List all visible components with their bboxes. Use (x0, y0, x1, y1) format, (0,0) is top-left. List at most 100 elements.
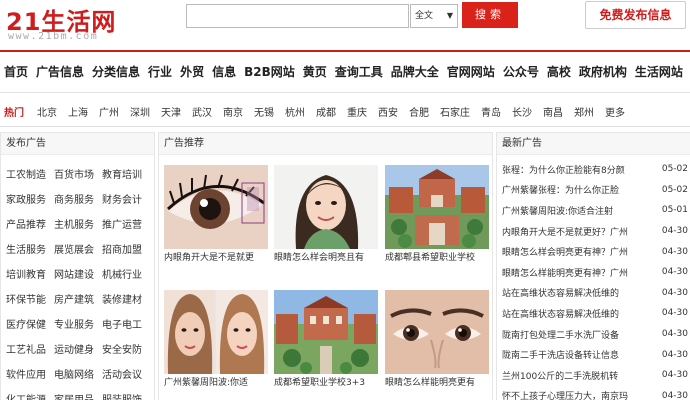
category-link[interactable]: 装修建材 (102, 291, 150, 306)
city-link[interactable]: 长沙 (512, 104, 532, 119)
latest-ad-row[interactable]: 站在高维状态容易解决低维的 04-30 (497, 283, 690, 304)
latest-ad-title[interactable]: 站在高维状态容易解决低维的 (502, 286, 648, 299)
city-link[interactable]: 南昌 (543, 104, 563, 119)
category-link[interactable]: 网站建设 (54, 266, 102, 281)
category-link[interactable]: 家政服务 (6, 191, 54, 206)
latest-ad-row[interactable]: 兰州100公斤的二手洗脱机转 04-30 (497, 365, 690, 386)
ad-caption[interactable]: 成都郫县希望职业学校 (385, 250, 489, 263)
city-link[interactable]: 青岛 (481, 104, 501, 119)
main-nav-item[interactable]: 分类信息 (92, 63, 140, 80)
category-link[interactable]: 产品推荐 (6, 216, 54, 231)
ad-caption[interactable]: 眼睛怎么样会明亮且有 (274, 250, 378, 263)
category-link[interactable]: 机械行业 (102, 266, 150, 281)
city-hot-label[interactable]: 热门 (4, 104, 24, 119)
main-nav-item[interactable]: 首页 (4, 63, 28, 80)
eyes-closeup-image[interactable] (385, 290, 489, 374)
latest-ad-title[interactable]: 兰州100公斤的二手洗脱机转 (502, 369, 648, 382)
city-link[interactable]: 石家庄 (440, 104, 470, 119)
latest-ad-row[interactable]: 陇南二手干洗店设备转让信息 04-30 (497, 344, 690, 365)
city-link[interactable]: 重庆 (347, 104, 367, 119)
latest-ad-title[interactable]: 陇南打包处理二手水洗厂设备 (502, 328, 648, 341)
latest-ad-row[interactable]: 站在高维状态容易解决低维的 04-30 (497, 303, 690, 324)
ad-card[interactable]: 成都郫县希望职业学校 (385, 165, 489, 265)
main-nav-item[interactable]: 品牌大全 (391, 63, 439, 80)
main-nav-item[interactable]: 政府机构 (579, 63, 627, 80)
category-link[interactable]: 教育培训 (102, 166, 150, 181)
woman-portrait-image[interactable] (274, 165, 378, 249)
main-nav-item[interactable]: 查询工具 (335, 63, 383, 80)
main-nav-item[interactable]: 生活网站 (635, 63, 683, 80)
site-logo[interactable]: 21生活网 www.21bm.com (6, 2, 156, 44)
category-link[interactable]: 工艺礼品 (6, 341, 54, 356)
latest-ad-row[interactable]: 广州紫馨周阳波:你适合注射 05-01 (497, 200, 690, 221)
city-link[interactable]: 广州 (99, 104, 119, 119)
latest-ad-title[interactable]: 怀不上孩子心理压力大，南京玛 (502, 389, 648, 400)
latest-ad-title[interactable]: 广州紫馨周阳波:你适合注射 (502, 204, 648, 217)
latest-ad-title[interactable]: 张程：为什么你正脸能有8分颜 (502, 163, 648, 176)
latest-ad-row[interactable]: 怀不上孩子心理压力大，南京玛 04-30 (497, 386, 690, 400)
city-link[interactable]: 北京 (37, 104, 57, 119)
main-nav-item[interactable]: 官网网站 (447, 63, 495, 80)
search-scope-select[interactable]: 全文 ▼ (410, 4, 458, 28)
ad-card[interactable]: 广州紫馨周阳波:你适 (164, 290, 268, 390)
category-link[interactable]: 环保节能 (6, 291, 54, 306)
ad-card[interactable]: 成都希望职业学校3+3 (274, 290, 378, 390)
main-nav-item[interactable]: 黄页 (303, 63, 327, 80)
category-link[interactable]: 房产建筑 (54, 291, 102, 306)
category-link[interactable]: 服装服饰 (102, 391, 150, 400)
category-link[interactable]: 主机服务 (54, 216, 102, 231)
ad-caption[interactable]: 成都希望职业学校3+3 (274, 375, 378, 388)
ad-caption[interactable]: 眼睛怎么样能明亮更有 (385, 375, 489, 388)
category-link[interactable]: 展览展会 (54, 241, 102, 256)
city-link[interactable]: 合肥 (409, 104, 429, 119)
search-button[interactable]: 搜索 (462, 2, 518, 28)
latest-ad-row[interactable]: 广州紫馨张程：为什么你正脸 05-02 (497, 180, 690, 201)
category-link[interactable]: 培训教育 (6, 266, 54, 281)
latest-ad-row[interactable]: 陇南打包处理二手水洗厂设备 04-30 (497, 324, 690, 345)
eye-closeup-image[interactable] (164, 165, 268, 249)
latest-ad-row[interactable]: 张程：为什么你正脸能有8分颜 05-02 (497, 159, 690, 180)
category-link[interactable]: 运动健身 (54, 341, 102, 356)
latest-ad-row[interactable]: 内眼角开大是不是就更好？广州 04-30 (497, 221, 690, 242)
city-link[interactable]: 成都 (316, 104, 336, 119)
category-link[interactable]: 医疗保健 (6, 316, 54, 331)
city-link[interactable]: 更多 (605, 104, 625, 119)
city-link[interactable]: 郑州 (574, 104, 594, 119)
latest-ad-row[interactable]: 眼睛怎么样能明亮更有神？广州 04-30 (497, 262, 690, 283)
category-link[interactable]: 商务服务 (54, 191, 102, 206)
category-link[interactable]: 财务会计 (102, 191, 150, 206)
main-nav-item[interactable]: 高校 (547, 63, 571, 80)
category-link[interactable]: 招商加盟 (102, 241, 150, 256)
latest-ad-title[interactable]: 内眼角开大是不是就更好？广州 (502, 225, 648, 238)
category-link[interactable]: 推广运营 (102, 216, 150, 231)
campus-aerial-image[interactable] (385, 165, 489, 249)
ad-caption[interactable]: 内眼角开大是不是就更 (164, 250, 268, 263)
ad-card[interactable]: 眼睛怎么样能明亮更有 (385, 290, 489, 390)
main-nav-item[interactable]: 信息 (212, 63, 236, 80)
search-input[interactable] (186, 4, 409, 28)
category-link[interactable]: 电子电工 (102, 316, 150, 331)
category-link[interactable]: 工农制造 (6, 166, 54, 181)
latest-ad-title[interactable]: 站在高维状态容易解决低维的 (502, 307, 648, 320)
main-nav-item[interactable]: 外贸 (180, 63, 204, 80)
category-link[interactable]: 百货市场 (54, 166, 102, 181)
city-link[interactable]: 杭州 (285, 104, 305, 119)
ad-caption[interactable]: 广州紫馨周阳波:你适 (164, 375, 268, 388)
city-link[interactable]: 南京 (223, 104, 243, 119)
city-link[interactable]: 武汉 (192, 104, 212, 119)
category-link[interactable]: 安全安防 (102, 341, 150, 356)
category-link[interactable]: 活动会议 (102, 366, 150, 381)
latest-ad-title[interactable]: 陇南二手干洗店设备转让信息 (502, 348, 648, 361)
main-nav-item[interactable]: 行业 (148, 63, 172, 80)
ad-card[interactable]: 内眼角开大是不是就更 (164, 165, 268, 265)
city-link[interactable]: 深圳 (130, 104, 150, 119)
ad-card[interactable]: 眼睛怎么样会明亮且有 (274, 165, 378, 265)
city-link[interactable]: 无锡 (254, 104, 274, 119)
latest-ad-title[interactable]: 广州紫馨张程：为什么你正脸 (502, 183, 648, 196)
city-link[interactable]: 天津 (161, 104, 181, 119)
city-link[interactable]: 西安 (378, 104, 398, 119)
latest-ad-title[interactable]: 眼睛怎么样会明亮更有神？广州 (502, 245, 648, 258)
latest-ad-title[interactable]: 眼睛怎么样能明亮更有神？广州 (502, 266, 648, 279)
post-ad-button[interactable]: 免费发布信息 (585, 1, 686, 29)
category-link[interactable]: 软件应用 (6, 366, 54, 381)
